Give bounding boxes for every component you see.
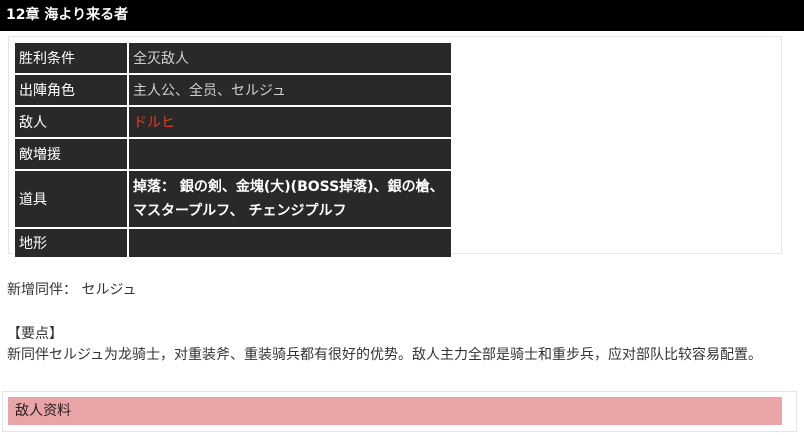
key-points-title: 【要点】 [7,326,63,342]
items-value: 掉落： 銀の剣、金塊(大)(BOSS掉落)、銀の槍、マスタープルフ、 チェンジプ… [127,169,453,229]
victory-condition-label: 胜利条件 [13,41,129,75]
deploy-units-label: 出陣角色 [13,73,129,107]
chapter-info-panel: 胜利条件 全灭敌人 出陣角色 主人公、全员、セルジュ 敌人 ドルヒ 敵増援 道具… [8,36,782,259]
chapter-info-table: 胜利条件 全灭敌人 出陣角色 主人公、全员、セルジュ 敌人 ドルヒ 敵増援 道具… [13,41,453,259]
items-label: 道具 [13,169,129,229]
terrain-value [127,227,453,259]
reinforcement-label: 敵増援 [13,137,129,171]
enemy-name-link[interactable]: ドルヒ [127,105,453,139]
table-row: 地形 [13,227,453,259]
reinforcement-value [127,137,453,171]
new-companion-text: 新增同伴： セルジュ [7,282,137,298]
victory-condition-value: 全灭敌人 [127,41,453,75]
table-row: 道具 掉落： 銀の剣、金塊(大)(BOSS掉落)、銀の槍、マスタープルフ、 チェ… [13,169,453,229]
enemy-label: 敌人 [13,105,129,139]
chapter-title: 12章 海より来る者 [0,0,804,31]
enemy-data-section: 敌人资料 [2,391,797,432]
table-row: 敌人 ドルヒ [13,105,453,139]
terrain-label: 地形 [13,227,129,259]
enemy-data-header[interactable]: 敌人资料 [8,397,782,425]
table-row: 出陣角色 主人公、全员、セルジュ [13,73,453,107]
table-row: 胜利条件 全灭敌人 [13,41,453,75]
table-row: 敵増援 [13,137,453,171]
deploy-units-value: 主人公、全员、セルジュ [127,73,453,107]
key-points-body: 新同伴セルジュ为龙骑士，对重装斧、重装骑兵都有很好的优势。敌人主力全部是骑士和重… [7,347,763,363]
